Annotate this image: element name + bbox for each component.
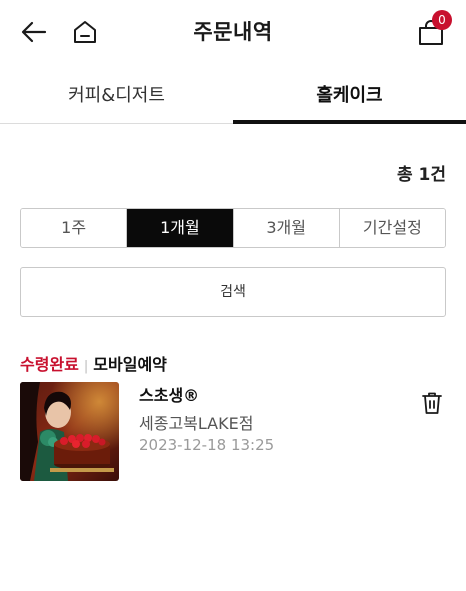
- period-1-month[interactable]: 1개월: [127, 209, 234, 247]
- trash-icon: [422, 392, 442, 414]
- tab-coffee-dessert[interactable]: 커피&디저트: [0, 74, 233, 124]
- order-status-line: 수령완료 | 모바일예약: [20, 351, 167, 375]
- order-total-count: 총 1건: [396, 165, 446, 185]
- page-title: 주문내역: [193, 20, 273, 44]
- period-3-months[interactable]: 3개월: [233, 209, 340, 247]
- order-type: 모바일예약: [93, 355, 167, 374]
- period-custom[interactable]: 기간설정: [339, 209, 445, 247]
- product-thumbnail[interactable]: [20, 382, 119, 481]
- period-filter: 1주 1개월 3개월 기간설정: [20, 208, 446, 248]
- delete-order-button[interactable]: [421, 391, 443, 415]
- search-button[interactable]: 검색: [20, 267, 446, 317]
- order-status: 수령완료: [20, 355, 79, 374]
- category-tabs: 커피&디저트 홀케이크: [0, 74, 466, 124]
- order-datetime: 2023-12-18 13:25: [139, 436, 275, 454]
- store-name: 세종고복LAKE점: [139, 414, 254, 433]
- period-1-week[interactable]: 1주: [21, 209, 128, 247]
- cart-count-badge: 0: [432, 10, 452, 30]
- tab-whole-cake[interactable]: 홀케이크: [233, 74, 466, 124]
- app-header: 주문내역 0: [0, 0, 466, 62]
- active-tab-indicator: [233, 120, 466, 124]
- status-separator: |: [83, 359, 89, 374]
- product-photo: [20, 382, 119, 481]
- product-name[interactable]: 스초생®: [139, 382, 199, 406]
